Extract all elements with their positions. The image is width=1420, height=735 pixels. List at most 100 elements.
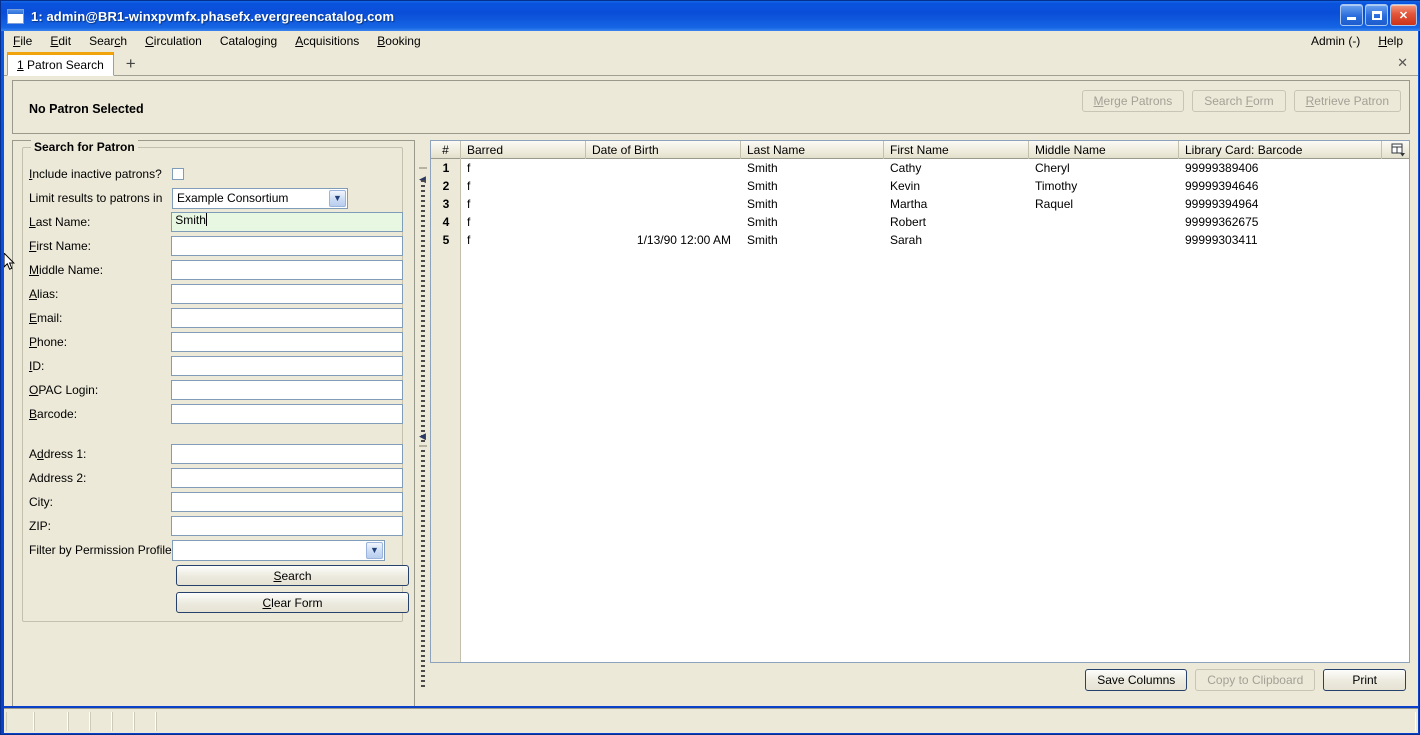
zip-input[interactable] — [171, 516, 403, 536]
table-row[interactable]: 5 f 1/13/90 12:00 AM Smith Sarah 9999930… — [431, 231, 1409, 249]
menu-acquisitions[interactable]: Acquisitions — [286, 32, 368, 50]
table-row[interactable]: 2 f Smith Kevin Timothy 99999394646 — [431, 177, 1409, 195]
minimize-button[interactable] — [1340, 4, 1363, 26]
search-form-button[interactable]: Search Form — [1192, 90, 1286, 112]
tab-patron-search[interactable]: 1 Patron Search — [7, 52, 114, 76]
limit-results-label: Limit results to patrons in — [29, 191, 163, 205]
column-header-middle-name[interactable]: Middle Name — [1029, 140, 1179, 159]
search-button[interactable]: Search — [176, 565, 409, 586]
column-header-last-name[interactable]: Last Name — [741, 140, 884, 159]
menu-admin[interactable]: Admin (-) — [1302, 32, 1369, 50]
include-inactive-checkbox[interactable] — [172, 168, 184, 180]
cell-num: 2 — [442, 179, 450, 193]
barcode-input[interactable] — [171, 404, 403, 424]
maximize-icon — [1371, 10, 1382, 20]
first-name-input[interactable] — [171, 236, 403, 256]
cell-dob — [586, 195, 741, 213]
cell-barcode: 99999394964 — [1185, 197, 1259, 211]
menu-circulation[interactable]: Circulation — [136, 32, 211, 50]
status-panel — [34, 712, 68, 731]
cell-barcode: 99999303411 — [1185, 233, 1258, 247]
limit-results-value: Example Consortium — [177, 191, 289, 205]
column-header-dob[interactable]: Date of Birth — [586, 140, 741, 159]
cell-last-name: Smith — [747, 161, 778, 175]
window-title: 1: admin@BR1-winxpvmfx.phasefx.evergreen… — [31, 8, 395, 24]
column-picker-icon[interactable] — [1391, 143, 1406, 157]
city-label: City: — [29, 495, 53, 509]
cell-barred: f — [467, 197, 471, 211]
status-panel — [6, 712, 34, 731]
last-name-label: Last Name: — [29, 215, 91, 229]
alias-label: Alias: — [29, 287, 59, 301]
table-row[interactable]: 1 f Smith Cathy Cheryl 99999389406 — [431, 159, 1409, 177]
limit-results-dropdown[interactable]: Example Consortium ▼ — [172, 187, 348, 209]
minimize-icon — [1347, 16, 1356, 20]
close-tab-button[interactable]: ✕ — [1397, 55, 1408, 71]
address-2-label: Address 2: — [29, 471, 87, 485]
menu-file[interactable]: File — [4, 32, 41, 50]
menu-help[interactable]: Help — [1369, 32, 1412, 50]
opac-login-input[interactable] — [171, 380, 403, 400]
address-1-input[interactable] — [171, 444, 403, 464]
field-row-email: Email: — [24, 308, 403, 328]
email-label: Email: — [29, 311, 63, 325]
menu-bar-right: Admin (-) Help — [1302, 31, 1412, 51]
table-row[interactable]: 3 f Smith Martha Raquel 99999394964 — [431, 195, 1409, 213]
close-icon: ✕ — [1398, 9, 1409, 22]
maximize-button[interactable] — [1365, 4, 1388, 26]
address-2-input[interactable] — [171, 468, 403, 488]
menu-cataloging[interactable]: Cataloging — [211, 32, 286, 50]
city-input[interactable] — [171, 492, 403, 512]
client-area: File Edit Search Circulation Cataloging … — [4, 31, 1418, 706]
cell-dob: 1/13/90 12:00 AM — [636, 233, 731, 247]
chevron-down-icon[interactable]: ▼ — [329, 189, 346, 207]
cell-barred: f — [467, 215, 471, 229]
clear-form-button[interactable]: Clear Form — [176, 592, 409, 613]
email-input[interactable] — [171, 308, 403, 328]
column-header-first-name[interactable]: First Name — [884, 140, 1029, 159]
column-header-barcode[interactable]: Library Card: Barcode — [1179, 140, 1382, 159]
collapse-right-arrow-icon[interactable]: ◀ — [418, 432, 427, 441]
copy-to-clipboard-button[interactable]: Copy to Clipboard — [1195, 669, 1316, 691]
field-row-limit-results: Limit results to patrons in Example Cons… — [24, 187, 403, 209]
chevron-down-icon[interactable]: ▼ — [366, 541, 383, 559]
column-header-num[interactable]: # — [431, 140, 461, 159]
middle-name-input[interactable] — [171, 260, 403, 280]
pane-splitter[interactable]: ◀ ◀ — [416, 140, 430, 706]
phone-input[interactable] — [171, 332, 403, 352]
column-header-barred[interactable]: Barred — [461, 140, 586, 159]
field-row-alias: Alias: — [24, 284, 403, 304]
menu-booking[interactable]: Booking — [368, 32, 429, 50]
cell-barcode: 99999394646 — [1185, 179, 1259, 193]
field-row-zip: ZIP: — [24, 516, 403, 536]
menu-search[interactable]: Search — [80, 32, 136, 50]
title-bar: 1: admin@BR1-winxpvmfx.phasefx.evergreen… — [1, 1, 1420, 31]
patron-summary-bar: No Patron Selected Merge Patrons Search … — [12, 80, 1410, 134]
close-button[interactable]: ✕ — [1390, 4, 1417, 26]
id-input[interactable] — [171, 356, 403, 376]
save-columns-button[interactable]: Save Columns — [1085, 669, 1188, 691]
merge-patrons-button[interactable]: Merge Patrons — [1081, 90, 1185, 112]
table-row[interactable]: 4 f Smith Robert 99999362675 — [431, 213, 1409, 231]
window-controls: ✕ — [1340, 4, 1417, 26]
cell-barcode: 99999389406 — [1185, 161, 1259, 175]
new-tab-button[interactable]: + — [122, 55, 140, 72]
last-name-input[interactable]: Smith — [171, 212, 403, 232]
menu-edit[interactable]: Edit — [41, 32, 80, 50]
field-row-opac-login: OPAC Login: — [24, 380, 403, 400]
window-icon — [7, 8, 24, 24]
phone-label: Phone: — [29, 335, 68, 349]
barcode-label: Barcode: — [29, 407, 78, 421]
cell-dob — [586, 213, 741, 231]
cell-first-name: Cathy — [890, 161, 922, 175]
cell-dob — [586, 177, 741, 195]
include-inactive-label: Include inactive patrons? — [29, 167, 162, 181]
alias-input[interactable] — [171, 284, 403, 304]
field-row-address-1: Adddress 1:dress 1: — [24, 444, 403, 464]
status-panel — [134, 712, 156, 731]
print-button[interactable]: Print — [1323, 669, 1406, 691]
retrieve-patron-button[interactable]: Retrieve Patron — [1293, 90, 1401, 112]
opac-login-label: OPAC Login: — [29, 383, 99, 397]
permission-profile-dropdown[interactable]: ▼ — [172, 539, 385, 561]
field-row-permission-profile: Filter by Permission Profile: ▼ — [24, 539, 403, 561]
